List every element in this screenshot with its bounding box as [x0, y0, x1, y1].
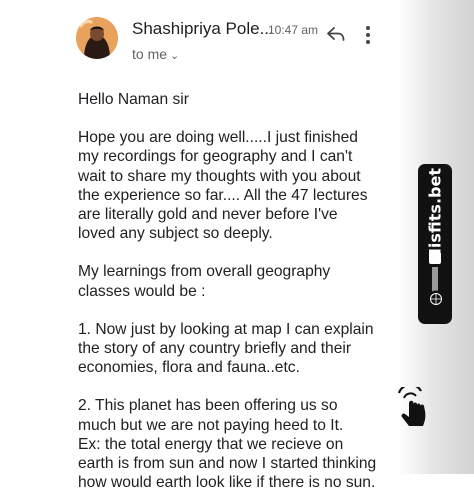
watermark-text: Misfits.bet [425, 168, 445, 264]
sender-avatar[interactable] [76, 17, 118, 59]
email-body: Hello Naman sir Hope you are doing well.… [78, 90, 378, 492]
sender-name: Shashipriya Pole... [132, 19, 274, 38]
globe-emblem-icon [427, 290, 445, 308]
publisher-logo-icon [429, 252, 441, 292]
email-paragraph: My learnings from overall geography clas… [78, 263, 331, 300]
email-paragraph: Hope you are doing well.....I just finis… [78, 129, 368, 243]
reply-icon[interactable] [326, 26, 346, 42]
more-vert-icon[interactable] [365, 25, 371, 45]
recipient-toggle[interactable]: to me ⌄ [132, 46, 179, 62]
recipient-label: to me [132, 46, 168, 62]
email-greeting: Hello Naman sir [78, 91, 189, 108]
email-time: 10:47 am [268, 23, 319, 37]
email-paragraph: 1. Now just by looking at map I can expl… [78, 320, 374, 377]
email-paragraph: 2. This planet has been offering us so m… [78, 397, 377, 492]
tap-hand-icon [397, 387, 426, 426]
chevron-down-icon: ⌄ [170, 50, 180, 62]
